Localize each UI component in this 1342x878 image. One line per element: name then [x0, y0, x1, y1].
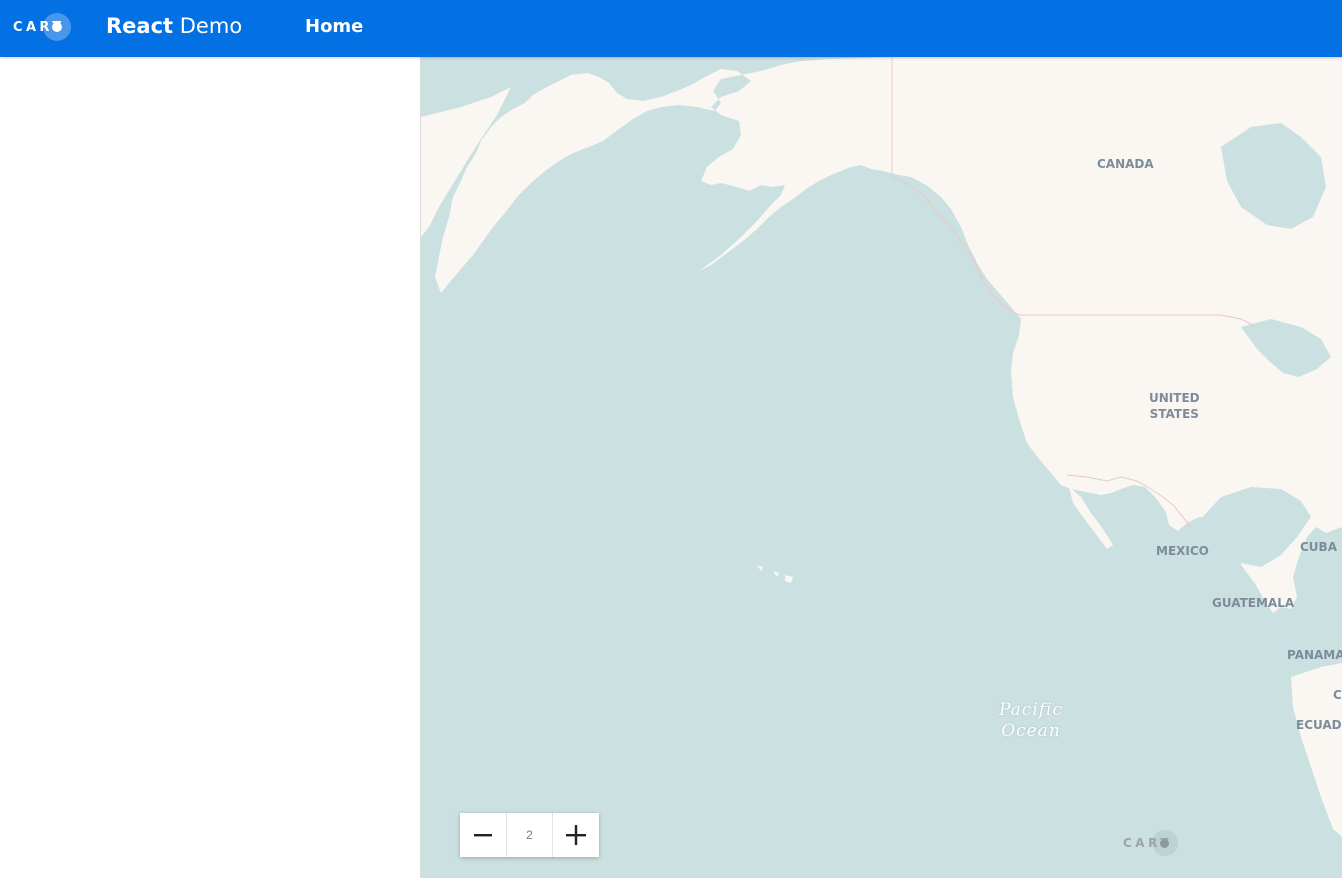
carto-watermark: CART	[1123, 829, 1178, 857]
land-baja	[1069, 487, 1113, 549]
nav-home-link[interactable]: Home	[305, 16, 363, 37]
zoom-level-display: 2	[506, 813, 553, 857]
zoom-control: 2	[460, 813, 599, 857]
app-title: React Demo	[106, 14, 242, 38]
label-colombia: C	[1333, 688, 1342, 702]
sidebar-panel	[0, 57, 421, 878]
app-title-light: Demo	[179, 14, 243, 38]
label-united-states: UNITED STATES	[1149, 391, 1200, 421]
carto-logo-circle	[42, 13, 71, 41]
label-pacific-ocean: Pacific Ocean	[999, 700, 1064, 741]
label-ecuador: ECUAD	[1296, 718, 1342, 732]
land-hawaii	[757, 565, 793, 583]
app-bar: CART React Demo Home	[0, 0, 1342, 57]
plus-icon	[566, 825, 586, 845]
basemap-svg	[421, 57, 1342, 837]
carto-logo[interactable]: CART	[13, 13, 71, 41]
label-cuba: CUBA	[1300, 540, 1337, 554]
minus-icon	[474, 834, 492, 837]
label-guatemala: GUATEMALA	[1212, 596, 1295, 610]
label-canada: CANADA	[1097, 157, 1154, 171]
app-title-bold: React	[106, 14, 174, 38]
map-view[interactable]: CANADA UNITED STATES MEXICO CUBA GUATEMA…	[421, 57, 1342, 878]
label-panama: PANAMA	[1287, 648, 1342, 662]
label-mexico: MEXICO	[1156, 544, 1209, 558]
zoom-in-button[interactable]	[553, 813, 599, 857]
carto-watermark-circle	[1151, 830, 1178, 856]
zoom-out-button[interactable]	[460, 813, 506, 857]
